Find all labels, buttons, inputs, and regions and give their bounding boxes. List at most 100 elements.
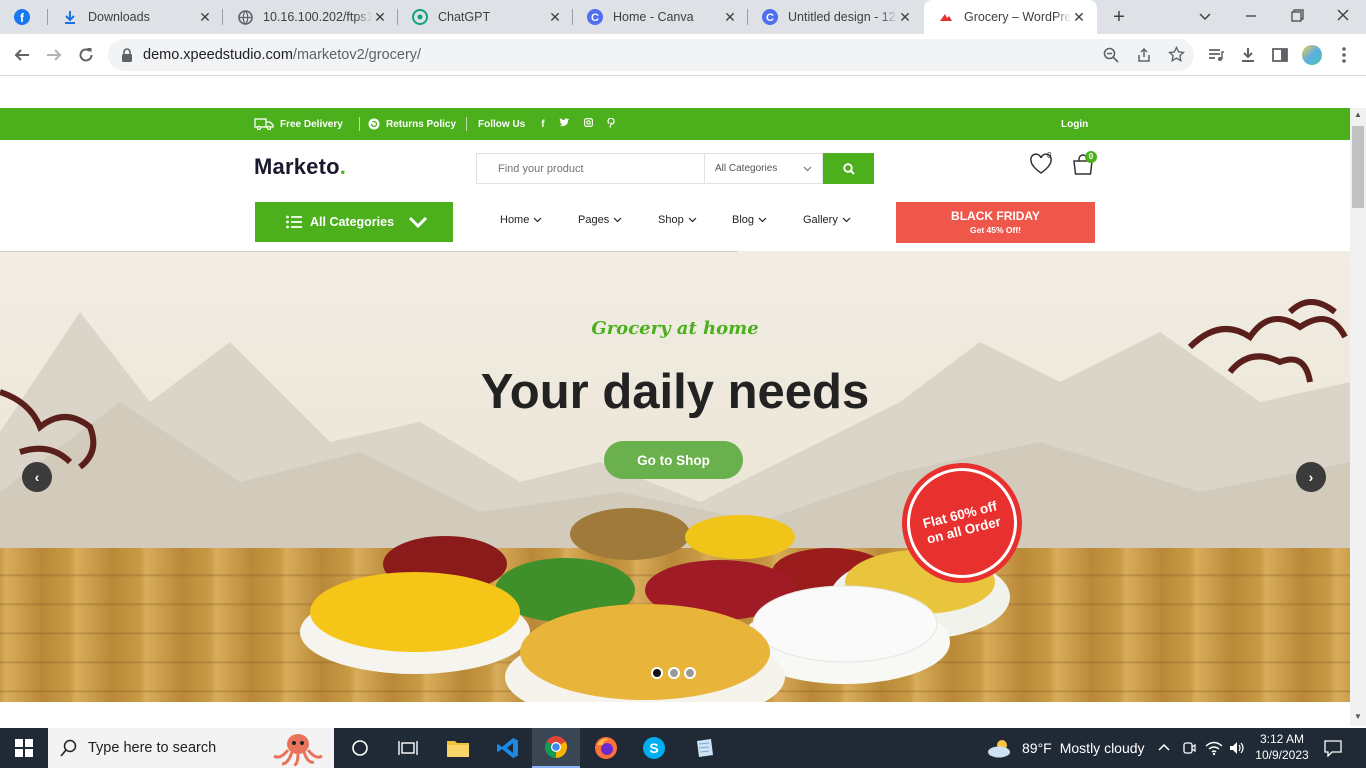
vscode-app[interactable]	[484, 728, 532, 768]
go-to-shop-button[interactable]: Go to Shop	[604, 441, 743, 479]
chevron-down-icon	[409, 216, 428, 228]
nav-blog[interactable]: Blog	[732, 214, 767, 226]
tab-canva-design[interactable]: C Untitled design - 12 ✕	[748, 0, 923, 34]
close-window-button[interactable]	[1332, 4, 1354, 26]
site-header: Marketo. All Categories 0 0 All Categori…	[0, 140, 1350, 254]
side-panel-icon	[1272, 48, 1288, 62]
zoom-icon[interactable]	[1103, 47, 1119, 68]
wishlist-button[interactable]: 0	[1029, 151, 1055, 179]
show-hidden-icons-button[interactable]	[1157, 740, 1171, 759]
minimize-button[interactable]	[1240, 4, 1262, 26]
svg-text:C: C	[766, 12, 774, 24]
facebook-icon[interactable]: f	[541, 119, 544, 130]
task-view-button[interactable]	[336, 728, 384, 768]
more-vert-icon	[1342, 47, 1346, 63]
share-icon[interactable]	[1136, 47, 1152, 68]
page-scrollbar[interactable]: ▲ ▼	[1350, 108, 1366, 726]
close-tab-icon[interactable]: ✕	[547, 9, 563, 26]
close-tab-icon[interactable]: ✕	[897, 9, 913, 26]
tab-facebook[interactable]: f	[0, 0, 48, 34]
nav-pages[interactable]: Pages	[578, 214, 622, 226]
category-select[interactable]: All Categories	[704, 153, 823, 184]
file-explorer-app[interactable]	[434, 728, 482, 768]
notification-icon	[1324, 740, 1342, 758]
slider-dot-2[interactable]	[668, 667, 680, 679]
firefox-app[interactable]	[582, 728, 630, 768]
returns-icon	[368, 118, 380, 130]
pinterest-icon[interactable]	[607, 117, 616, 131]
tab-downloads[interactable]: Downloads ✕	[48, 0, 223, 34]
free-delivery-link[interactable]: Free Delivery	[254, 108, 343, 140]
task-switcher-button[interactable]	[384, 728, 432, 768]
nav-home[interactable]: Home	[500, 214, 542, 226]
slider-prev-button[interactable]: ‹	[22, 462, 52, 492]
downloads-button[interactable]	[1235, 42, 1261, 68]
login-label: Login	[1061, 118, 1089, 130]
canva-icon: C	[587, 9, 603, 25]
taskbar-search-box[interactable]: Type here to search	[48, 728, 334, 768]
scrollbar-thumb[interactable]	[1352, 126, 1364, 208]
profile-avatar[interactable]	[1299, 42, 1325, 68]
forward-button[interactable]	[41, 42, 67, 68]
close-tab-icon[interactable]: ✕	[372, 9, 388, 26]
address-bar[interactable]: demo.xpeedstudio.com/marketov2/grocery/	[108, 39, 1194, 71]
all-categories-button[interactable]: All Categories	[255, 202, 453, 242]
new-tab-button[interactable]: +	[1108, 6, 1130, 28]
tab-grocery-active[interactable]: Grocery – WordPress ✕	[924, 0, 1097, 34]
tab-chatgpt[interactable]: ChatGPT ✕	[398, 0, 573, 34]
chrome-app[interactable]	[532, 728, 580, 768]
search-input[interactable]	[476, 153, 704, 184]
back-button[interactable]	[9, 42, 35, 68]
slider-dot-3[interactable]	[684, 667, 696, 679]
nav-shop[interactable]: Shop	[658, 214, 697, 226]
restore-button[interactable]	[1286, 4, 1308, 26]
close-tab-icon[interactable]: ✕	[722, 9, 738, 26]
instagram-icon[interactable]	[583, 118, 593, 130]
weather-description: Mostly cloudy	[1059, 740, 1145, 756]
tab-canva-home[interactable]: C Home - Canva ✕	[573, 0, 748, 34]
returns-policy-link[interactable]: Returns Policy	[368, 108, 456, 140]
nav-gallery[interactable]: Gallery	[803, 214, 851, 226]
close-tab-icon[interactable]: ✕	[197, 9, 213, 26]
windows-taskbar: Type here to search S 89°F Mostly cloudy	[0, 728, 1366, 768]
notifications-button[interactable]	[1324, 739, 1342, 762]
scroll-up-icon[interactable]: ▲	[1354, 110, 1362, 119]
hero-slider: Grocery at home Your daily needs Go to S…	[0, 252, 1350, 702]
bookmark-star-icon[interactable]	[1168, 45, 1185, 68]
tab-search-icon[interactable]	[1195, 6, 1215, 26]
close-tab-icon[interactable]: ✕	[1071, 9, 1087, 26]
start-button[interactable]	[0, 728, 48, 768]
tab-ftp[interactable]: 10.16.100.202/ftps10 ✕	[223, 0, 398, 34]
login-link[interactable]: Login	[1061, 108, 1088, 140]
wishlist-count: 0	[1047, 151, 1052, 160]
slider-next-button[interactable]: ›	[1296, 462, 1326, 492]
notes-app[interactable]	[680, 728, 728, 768]
twitter-icon[interactable]	[558, 118, 570, 130]
all-categories-label: All Categories	[310, 215, 395, 229]
wifi-icon[interactable]	[1205, 740, 1223, 761]
scroll-down-icon[interactable]: ▼	[1354, 712, 1362, 721]
search-button[interactable]	[823, 153, 874, 184]
slider-dot-1[interactable]	[651, 667, 663, 679]
media-control-button[interactable]	[1203, 42, 1229, 68]
chrome-icon	[545, 736, 567, 758]
site-logo[interactable]: Marketo.	[254, 154, 346, 180]
side-panel-button[interactable]	[1267, 42, 1293, 68]
search-icon	[60, 739, 77, 757]
chevron-up-icon	[1158, 743, 1170, 751]
chrome-menu-button[interactable]	[1334, 42, 1354, 68]
volume-icon[interactable]	[1228, 740, 1246, 761]
canva-icon: C	[762, 9, 778, 25]
taskbar-clock[interactable]: 3:12 AM 10/9/2023	[1252, 731, 1312, 763]
cart-button[interactable]: 0	[1071, 151, 1099, 179]
globe-icon	[237, 9, 253, 25]
task-view-icon	[398, 741, 418, 755]
black-friday-promo[interactable]: BLACK FRIDAY Get 45% Off!	[896, 202, 1095, 243]
windows-logo-icon	[15, 739, 33, 757]
meet-now-icon[interactable]	[1181, 740, 1197, 761]
forward-arrow-icon	[47, 49, 62, 61]
skype-icon: S	[643, 737, 665, 759]
weather-widget[interactable]: 89°F Mostly cloudy	[986, 728, 1145, 768]
skype-app[interactable]: S	[630, 728, 678, 768]
reload-button[interactable]	[73, 42, 99, 68]
